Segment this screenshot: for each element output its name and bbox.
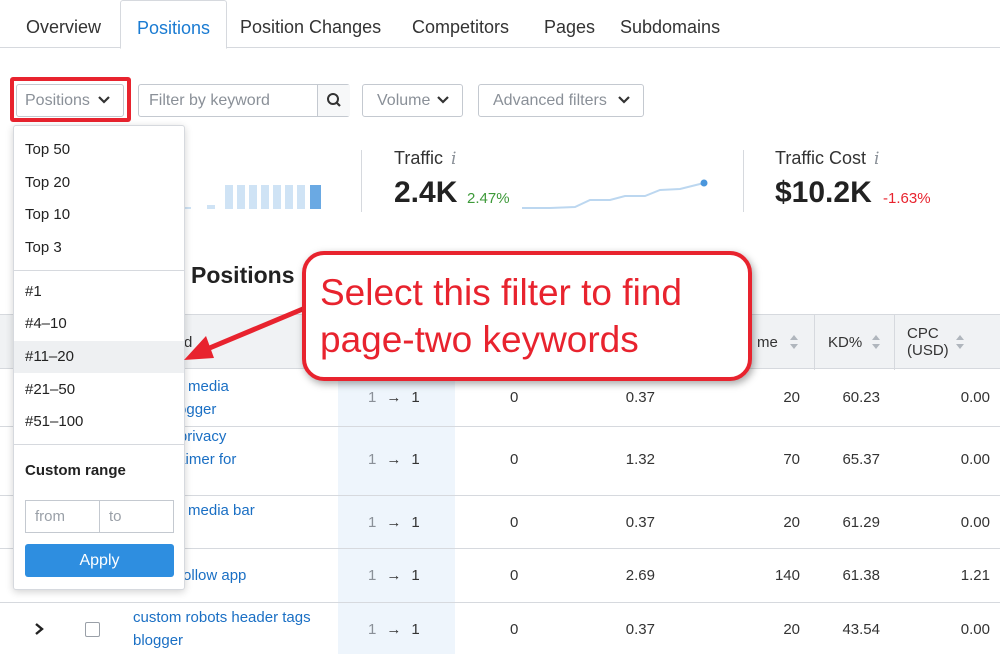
volume-header[interactable]: me xyxy=(757,334,778,351)
apply-button[interactable]: Apply xyxy=(25,544,174,577)
position-change: 1 → 1 xyxy=(368,451,420,468)
traffic-cost-value: $10.2K xyxy=(775,176,872,209)
report-tabs: Overview Positions Position Changes Comp… xyxy=(0,0,1000,49)
volume-filter-label: Volume xyxy=(377,92,431,109)
annotation-callout: Select this filter to find page-two keyw… xyxy=(302,251,752,381)
cell-value: 0 xyxy=(510,514,519,531)
cell-value: 2.69 xyxy=(625,567,655,584)
stats-divider xyxy=(361,150,362,212)
traffic-cost-label: Traffic Cost i xyxy=(775,148,880,169)
sort-icon xyxy=(872,335,880,349)
dropdown-divider xyxy=(14,270,184,271)
dropdown-item-21-50[interactable]: #21–50 xyxy=(14,374,184,406)
kd-cell: 43.54 xyxy=(842,621,880,638)
custom-range-label: Custom range xyxy=(25,462,126,479)
position-change: 1 → 1 xyxy=(368,621,420,638)
volume-cell: 140 xyxy=(774,567,800,584)
positions-filter-highlight xyxy=(10,77,131,122)
position-change: 1 → 1 xyxy=(368,514,420,531)
cpc-cell: 0.00 xyxy=(960,514,990,531)
chevron-right-icon[interactable] xyxy=(32,622,46,636)
search-icon xyxy=(327,93,341,107)
traffic-value: 2.4K xyxy=(394,176,458,209)
cpc-cell: 0.00 xyxy=(960,621,990,638)
advanced-filters-label: Advanced filters xyxy=(493,92,607,109)
traffic-label: Traffic i xyxy=(394,148,457,169)
info-icon[interactable]: i xyxy=(874,149,879,169)
sort-icon[interactable] xyxy=(789,333,799,351)
volume-cell: 70 xyxy=(783,451,800,468)
volume-cell: 20 xyxy=(783,621,800,638)
advanced-filters-button[interactable]: Advanced filters xyxy=(478,84,644,117)
volume-cell: 20 xyxy=(783,514,800,531)
position-change: 1 → 1 xyxy=(368,389,420,406)
range-from-field xyxy=(25,500,100,533)
volume-cell: 20 xyxy=(783,389,800,406)
stats-divider xyxy=(743,150,744,212)
range-from-input[interactable] xyxy=(26,501,99,532)
keyword-search-button[interactable] xyxy=(317,85,350,116)
kd-header-cell[interactable]: KD% xyxy=(814,315,894,370)
callout-text: Select this filter to find page-two keyw… xyxy=(320,272,682,360)
cell-value: 0 xyxy=(510,451,519,468)
cpc-header: CPC (USD) xyxy=(907,325,949,359)
cpc-cell: 1.21 xyxy=(960,567,990,584)
info-icon[interactable]: i xyxy=(451,149,456,169)
row-checkbox[interactable] xyxy=(85,622,100,637)
position-change: 1 → 1 xyxy=(368,567,420,584)
tab-subdomains[interactable]: Subdomains xyxy=(620,0,720,48)
section-title: Positions xyxy=(191,262,295,288)
cell-value: 0.37 xyxy=(625,621,655,638)
cpc-cell: 0.00 xyxy=(960,451,990,468)
tab-overview[interactable]: Overview xyxy=(26,0,101,48)
cell-value: 0.37 xyxy=(625,389,655,406)
dropdown-item-11-20[interactable]: #11–20 xyxy=(14,341,184,373)
table-row: custom robots header tags blogger 1 → 1 0 0… xyxy=(0,603,1000,654)
dropdown-item-top-20[interactable]: Top 20 xyxy=(14,167,184,199)
keywords-sparkbars xyxy=(185,185,321,209)
cell-value: 1.32 xyxy=(625,451,655,468)
traffic-cost-delta: -1.63% xyxy=(883,190,931,207)
sort-icon xyxy=(956,335,964,349)
kd-cell: 61.29 xyxy=(842,514,880,531)
traffic-sparkline xyxy=(522,179,708,209)
dropdown-item-top-10[interactable]: Top 10 xyxy=(14,199,184,231)
dropdown-item-top-50[interactable]: Top 50 xyxy=(14,134,184,166)
keyword-header[interactable]: d xyxy=(184,334,192,351)
tab-competitors[interactable]: Competitors xyxy=(412,0,509,48)
volume-filter-button[interactable]: Volume xyxy=(362,84,463,117)
kd-header: KD% xyxy=(828,334,863,351)
chevron-down-icon xyxy=(437,96,449,104)
cpc-cell: 0.00 xyxy=(960,389,990,406)
cell-value: 0 xyxy=(510,621,519,638)
range-to-field xyxy=(99,500,174,533)
dropdown-divider xyxy=(14,444,184,445)
traffic-delta: 2.47% xyxy=(467,190,510,207)
keyword-filter-input[interactable] xyxy=(139,85,317,116)
cell-value: 0 xyxy=(510,389,519,406)
dropdown-item-51-100[interactable]: #51–100 xyxy=(14,406,184,438)
keyword-filter xyxy=(138,84,350,117)
cell-value: 0 xyxy=(510,567,519,584)
tab-positions[interactable]: Positions xyxy=(120,0,227,49)
dropdown-item-4-10[interactable]: #4–10 xyxy=(14,308,184,340)
kd-cell: 65.37 xyxy=(842,451,880,468)
tab-position-changes[interactable]: Position Changes xyxy=(240,0,381,48)
positions-dropdown: Top 50 Top 20 Top 10 Top 3 #1 #4–10 #11–… xyxy=(13,125,185,590)
cell-value: 0.37 xyxy=(625,514,655,531)
range-to-input[interactable] xyxy=(100,501,173,532)
keyword-link[interactable]: custom robots header tags blogger xyxy=(133,606,311,652)
cpc-header-cell[interactable]: CPC (USD) xyxy=(894,315,1000,370)
dropdown-item-1[interactable]: #1 xyxy=(14,276,184,308)
chevron-down-icon xyxy=(618,96,630,104)
tab-pages[interactable]: Pages xyxy=(544,0,595,48)
dropdown-item-top-3[interactable]: Top 3 xyxy=(14,232,184,264)
kd-cell: 61.38 xyxy=(842,567,880,584)
kd-cell: 60.23 xyxy=(842,389,880,406)
